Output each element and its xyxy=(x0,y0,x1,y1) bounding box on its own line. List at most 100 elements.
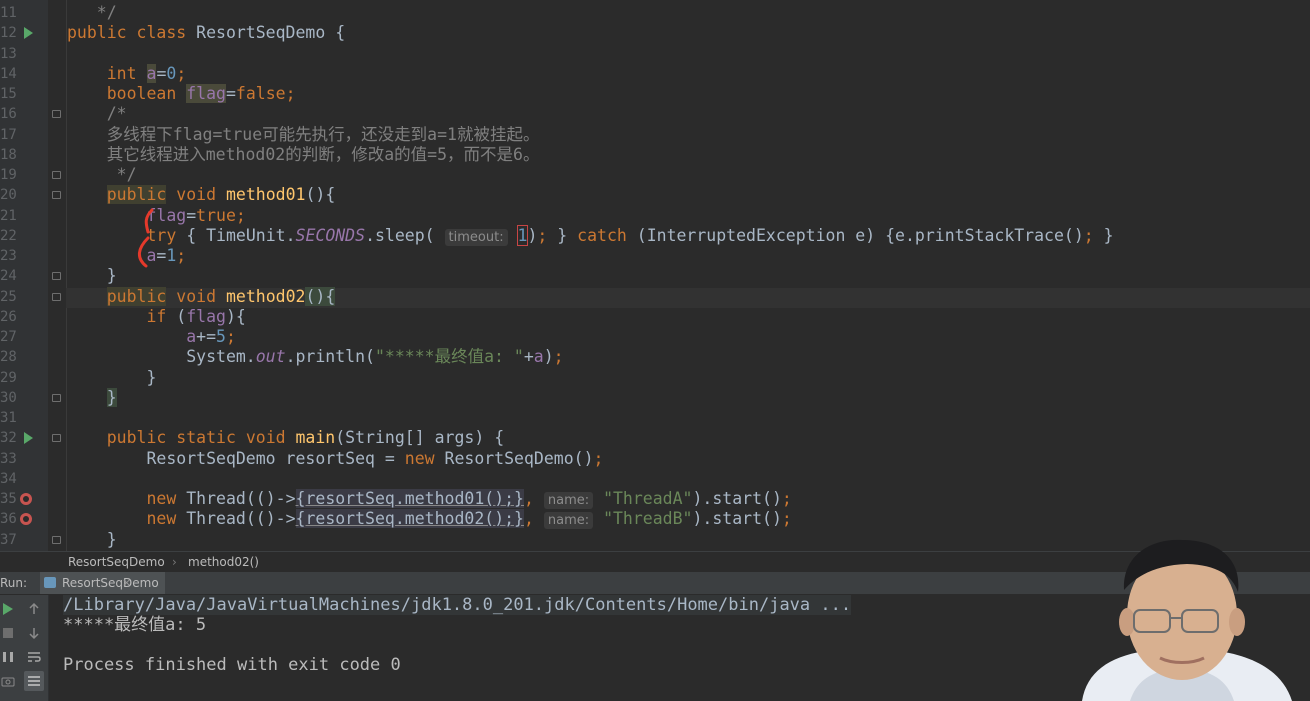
line-number[interactable]: 17 xyxy=(0,125,17,145)
code-token: method02 xyxy=(225,286,306,306)
code-token: method01 xyxy=(225,185,306,205)
code-line[interactable]: 14 int a=0; xyxy=(0,63,1310,84)
code-line[interactable]: 34 xyxy=(0,469,1310,489)
code-line[interactable]: 33 ResortSeqDemo resortSeq = new ResortS… xyxy=(0,449,1310,469)
close-icon[interactable]: × xyxy=(122,572,131,594)
code-text: a+=5; xyxy=(67,327,236,347)
code-line[interactable]: 18 其它线程进入method02的判断，修改a的值=5，而不是6。 xyxy=(0,145,1310,165)
line-number[interactable]: 13 xyxy=(0,44,17,64)
red-annotation-bracket xyxy=(138,208,154,268)
breadcrumb-method[interactable]: method02() xyxy=(188,552,259,572)
code-text: int a=0; xyxy=(67,63,187,84)
breadcrumb-class[interactable]: ResortSeqDemo xyxy=(68,552,165,572)
rerun-icon[interactable] xyxy=(0,601,16,617)
code-line[interactable]: 12 public class ResortSeqDemo { xyxy=(0,23,1310,43)
code-line[interactable]: 22 try { TimeUnit.SECONDS.sleep( timeout… xyxy=(0,224,1310,246)
code-token: ResortSeqDemo { xyxy=(196,23,346,43)
line-number[interactable]: 31 xyxy=(0,408,17,428)
line-number[interactable]: 12 xyxy=(0,23,17,43)
tab-label: ResortSeqDemo xyxy=(62,576,159,590)
line-number[interactable]: 35 xyxy=(0,489,17,509)
fold-icon[interactable] xyxy=(52,434,61,443)
line-number[interactable]: 14 xyxy=(0,64,17,84)
code-token: ; xyxy=(235,205,246,225)
line-number[interactable]: 26 xyxy=(0,307,17,327)
code-line[interactable]: 19 */ xyxy=(0,165,1310,185)
line-number[interactable]: 23 xyxy=(0,246,17,266)
run-gutter-icon[interactable] xyxy=(24,27,33,40)
stop-icon[interactable] xyxy=(0,625,16,641)
scroll-up-icon[interactable] xyxy=(26,601,42,617)
code-line[interactable]: 17 多线程下flag=true可能先执行，还没走到a=1就被挂起。 xyxy=(0,125,1310,145)
soft-wrap-icon[interactable] xyxy=(26,649,42,665)
code-token: = xyxy=(225,84,236,103)
line-number[interactable]: 37 xyxy=(0,530,17,550)
line-number[interactable]: 36 xyxy=(0,509,17,529)
code-line[interactable]: 24 } xyxy=(0,266,1310,286)
code-line[interactable]: 26 if (flag){ xyxy=(0,307,1310,327)
camera-icon[interactable] xyxy=(0,673,16,689)
run-gutter-icon[interactable] xyxy=(24,432,33,445)
code-token: ).start() xyxy=(692,489,782,508)
code-line[interactable]: 20 public void method01(){ xyxy=(0,185,1310,205)
code-line[interactable]: 27 a+=5; xyxy=(0,327,1310,347)
code-token: } xyxy=(67,529,117,549)
code-line[interactable]: 25 public void method02(){ xyxy=(0,286,1310,307)
code-text: System.out.println("*****最终值a: "+a); xyxy=(67,347,564,367)
code-token: ResortSeqDemo() xyxy=(444,448,594,468)
code-text: ResortSeqDemo resortSeq = new ResortSeqD… xyxy=(67,449,603,469)
line-number[interactable]: 30 xyxy=(0,388,17,408)
code-line[interactable]: 29 } xyxy=(0,368,1310,388)
scroll-to-end-icon[interactable] xyxy=(24,671,44,691)
scroll-down-icon[interactable] xyxy=(26,625,42,641)
code-token: .sleep( xyxy=(365,225,445,245)
tab-resortseqdemo[interactable]: ResortSeqDemo xyxy=(40,572,165,594)
line-number[interactable]: 24 xyxy=(0,266,17,286)
line-number[interactable]: 32 xyxy=(0,428,17,448)
line-number[interactable]: 34 xyxy=(0,469,17,489)
line-number[interactable]: 18 xyxy=(0,145,17,165)
line-number[interactable]: 16 xyxy=(0,104,17,124)
line-number[interactable]: 19 xyxy=(0,165,17,185)
line-number[interactable]: 22 xyxy=(0,226,17,246)
code-line[interactable]: 15 boolean flag=false; xyxy=(0,84,1310,104)
code-line[interactable]: 32 public static void main(String[] args… xyxy=(0,428,1310,448)
code-line[interactable]: 28 System.out.println("*****最终值a: "+a); xyxy=(0,347,1310,367)
line-number[interactable]: 27 xyxy=(0,327,17,347)
line-number[interactable]: 11 xyxy=(0,3,17,23)
fold-icon[interactable] xyxy=(52,535,61,544)
fold-icon[interactable] xyxy=(52,393,61,402)
code-token: ; xyxy=(553,347,564,367)
code-line[interactable]: 35 new Thread(()->{resortSeq.method01();… xyxy=(0,489,1310,509)
line-number[interactable]: 21 xyxy=(0,206,17,226)
code-line[interactable]: 36 new Thread(()->{resortSeq.method02();… xyxy=(0,509,1310,530)
code-line[interactable]: 16 /* xyxy=(0,104,1310,124)
code-line[interactable]: 30 } xyxy=(0,387,1310,408)
lambda-breakpoint-icon[interactable] xyxy=(20,493,32,505)
code-token: public class xyxy=(67,23,197,43)
line-number[interactable]: 25 xyxy=(0,287,17,307)
code-line[interactable]: 11 */ xyxy=(0,3,1310,23)
fold-icon[interactable] xyxy=(52,110,61,119)
pause-icon[interactable] xyxy=(0,649,16,665)
line-number[interactable]: 20 xyxy=(0,185,17,205)
code-token: public xyxy=(106,286,167,306)
lambda-breakpoint-icon[interactable] xyxy=(20,513,32,526)
code-line[interactable]: 31 xyxy=(0,408,1310,428)
line-number[interactable]: 29 xyxy=(0,368,17,388)
fold-icon[interactable] xyxy=(52,272,61,281)
fold-icon[interactable] xyxy=(52,191,61,200)
code-token: /* xyxy=(67,104,127,124)
code-line[interactable]: 13 xyxy=(0,44,1310,64)
fold-icon[interactable] xyxy=(52,292,61,301)
code-line[interactable]: 21 flag=true; xyxy=(0,206,1310,226)
line-number[interactable]: 28 xyxy=(0,347,17,367)
line-number[interactable]: 15 xyxy=(0,84,17,104)
code-editor[interactable]: 11 */12 public class ResortSeqDemo { 13 14 … xyxy=(0,0,1310,551)
code-line[interactable]: 23 a=1; xyxy=(0,246,1310,266)
fold-icon[interactable] xyxy=(52,171,61,179)
code-token: ; xyxy=(176,63,187,83)
line-number[interactable]: 33 xyxy=(0,449,17,469)
